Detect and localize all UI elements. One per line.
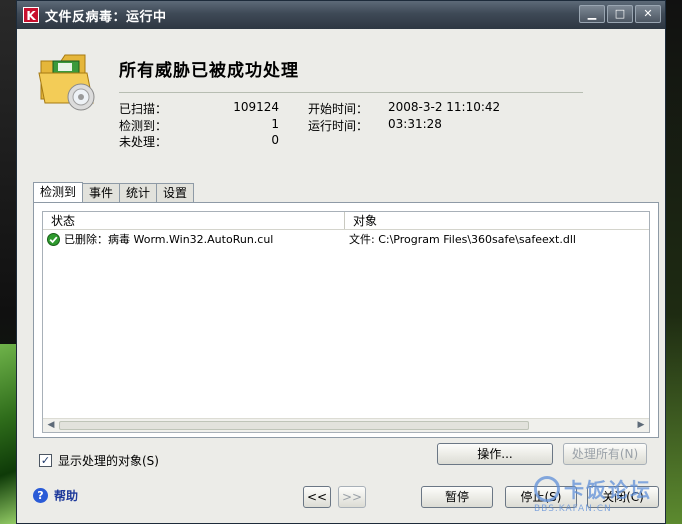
runtime-stat: 运行时间： 03:31:28 [308, 117, 608, 134]
previous-button[interactable]: << [303, 486, 331, 508]
summary-area: 所有威胁已被成功处理 已扫描： 109124 检测到： 1 未处理： 0 开始时… [17, 29, 665, 179]
detected-value: 1 [271, 117, 279, 131]
process-all-button[interactable]: 处理所有(N) [563, 443, 647, 465]
horizontal-scrollbar[interactable]: ◀ ▶ [43, 418, 649, 432]
window-controls: ▁ □ ✕ [579, 5, 661, 23]
maximize-button[interactable]: □ [607, 5, 633, 23]
tab-bar: 检测到 事件 统计 设置 [33, 182, 195, 203]
list-item[interactable]: 已删除：病毒 Worm.Win32.AutoRun.cul 文件: C:\Pro… [43, 230, 649, 248]
row-status-text: 已删除：病毒 Worm.Win32.AutoRun.cul [64, 233, 274, 246]
show-processed-option[interactable]: ✓ 显示处理的对象(S) [39, 452, 159, 469]
detected-objects-list[interactable]: 状态 对象 已删除：病毒 Worm.Win32.AutoRun.cul 文件: … [42, 211, 650, 433]
scanned-label: 已扫描： [119, 102, 168, 116]
column-header-target[interactable]: 对象 [345, 212, 377, 229]
scrollbar-thumb[interactable] [59, 421, 529, 430]
scroll-left-arrow-icon[interactable]: ◀ [45, 420, 57, 431]
unprocessed-label: 未处理： [119, 135, 168, 149]
forum-watermark: 卡饭论坛 BBS.KAFAN.CN [524, 470, 674, 520]
tab-detected[interactable]: 检测到 [33, 182, 84, 203]
question-icon: ? [33, 488, 48, 503]
file-antivirus-window: K 文件反病毒：运行中 ▁ □ ✕ 所有威胁已被成功处理 已扫描： 109124… [16, 0, 666, 524]
window-title: 文件反病毒：运行中 [45, 9, 167, 25]
next-button[interactable]: >> [338, 486, 366, 508]
tab-settings[interactable]: 设置 [156, 183, 195, 203]
title-bar[interactable]: K 文件反病毒：运行中 ▁ □ ✕ [17, 1, 665, 29]
watermark-text: 卡饭论坛 [564, 478, 652, 502]
pause-button[interactable]: 暂停 [421, 486, 493, 508]
scroll-right-arrow-icon[interactable]: ▶ [635, 420, 647, 431]
watermark-subtext: BBS.KAFAN.CN [534, 504, 612, 514]
tab-statistics[interactable]: 统计 [119, 183, 158, 203]
start-time-value: 2008-3-2 11:10:42 [388, 100, 501, 114]
runtime-value: 03:31:28 [388, 117, 442, 131]
tab-events[interactable]: 事件 [82, 183, 121, 203]
row-target-cell: 文件: C:\Program Files\360safe\safeext.dll [349, 233, 576, 246]
help-label: 帮助 [54, 489, 79, 503]
start-time-label: 开始时间： [308, 102, 369, 116]
show-processed-label: 显示处理的对象(S) [58, 454, 159, 468]
folder-disk-icon [38, 54, 95, 111]
column-header-status[interactable]: 状态 [43, 212, 345, 229]
watermark-logo-icon [534, 476, 560, 502]
status-headline: 所有威胁已被成功处理 [119, 61, 299, 81]
scanned-value: 109124 [233, 100, 279, 114]
list-header: 状态 对象 [43, 212, 649, 230]
row-status-cell: 已删除：病毒 Worm.Win32.AutoRun.cul [43, 231, 345, 247]
action-button[interactable]: 操作... [437, 443, 553, 465]
runtime-label: 运行时间： [308, 119, 369, 133]
start-time-stat: 开始时间： 2008-3-2 11:10:42 [308, 100, 608, 117]
check-circle-icon [47, 232, 60, 246]
tab-panel: 状态 对象 已删除：病毒 Worm.Win32.AutoRun.cul 文件: … [33, 202, 659, 438]
close-window-button[interactable]: ✕ [635, 5, 661, 23]
show-processed-checkbox[interactable]: ✓ [39, 454, 52, 467]
header-divider [119, 92, 583, 93]
unprocessed-value: 0 [271, 133, 279, 147]
help-link[interactable]: ? 帮助 [33, 487, 78, 504]
minimize-button[interactable]: ▁ [579, 5, 605, 23]
kaspersky-logo-icon: K [23, 7, 39, 23]
detected-label: 检测到： [119, 119, 168, 133]
